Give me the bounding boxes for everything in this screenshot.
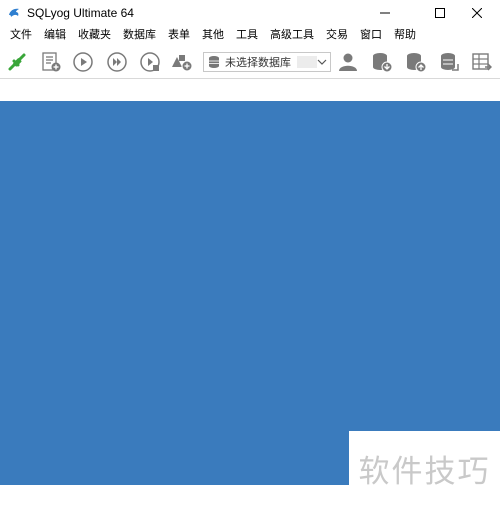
import-external-icon [441, 53, 459, 71]
menu-file[interactable]: 文件 [4, 27, 38, 43]
watermark: 软件技巧 [349, 431, 500, 506]
backup-database-button[interactable] [370, 50, 394, 74]
menu-database[interactable]: 数据库 [117, 27, 162, 43]
menu-window[interactable]: 窗口 [354, 27, 388, 43]
user-manager-icon [339, 53, 357, 71]
export-table-icon [472, 53, 492, 71]
maximize-icon [435, 8, 445, 18]
menu-edit[interactable]: 编辑 [38, 27, 72, 43]
schema-designer-button[interactable] [170, 50, 194, 74]
menu-others[interactable]: 其他 [196, 27, 230, 43]
menu-favorites[interactable]: 收藏夹 [72, 27, 117, 43]
execute-button[interactable] [71, 50, 95, 74]
close-button[interactable] [454, 0, 500, 26]
menu-advanced-tools[interactable]: 高级工具 [264, 27, 320, 43]
dolphin-app-icon [9, 8, 19, 17]
restore-database-button[interactable] [404, 50, 428, 74]
import-external-button[interactable] [437, 50, 461, 74]
execute-edit-button[interactable] [138, 50, 162, 74]
menu-transaction[interactable]: 交易 [320, 27, 354, 43]
minimize-icon [380, 12, 390, 14]
menu-table[interactable]: 表单 [162, 27, 196, 43]
menu-tools[interactable]: 工具 [230, 27, 264, 43]
connect-icon [8, 53, 26, 71]
user-manager-button[interactable] [336, 50, 360, 74]
database-select-value: 未选择数据库 [225, 57, 291, 69]
chevron-down-icon [317, 59, 327, 65]
new-query-button[interactable] [39, 50, 63, 74]
execute-edit-icon [140, 52, 160, 72]
app-window: SQLyog Ultimate 64 文件 编辑 收藏夹 数据库 表单 其他 工… [0, 0, 500, 506]
database-select-fade [297, 56, 317, 68]
execute-all-button[interactable] [105, 50, 129, 74]
title-bar: SQLyog Ultimate 64 [0, 0, 500, 26]
database-icon [209, 56, 219, 68]
window-title: SQLyog Ultimate 64 [27, 6, 134, 20]
new-query-icon [42, 52, 61, 72]
backup-database-icon [373, 53, 393, 73]
mdi-workspace[interactable] [0, 101, 500, 485]
execute-all-icon [107, 52, 127, 72]
menu-bar: 文件 编辑 收藏夹 数据库 表单 其他 工具 高级工具 交易 窗口 帮助 [0, 26, 500, 44]
connect-button[interactable] [5, 50, 29, 74]
database-select[interactable]: 未选择数据库 [203, 52, 331, 72]
export-table-button[interactable] [470, 50, 494, 74]
watermark-text: 软件技巧 [358, 454, 491, 490]
close-icon [472, 8, 482, 18]
menu-help[interactable]: 帮助 [388, 27, 422, 43]
schema-designer-icon [172, 55, 193, 72]
minimize-button[interactable] [362, 0, 408, 26]
execute-icon [73, 52, 93, 72]
restore-database-icon [407, 53, 427, 73]
